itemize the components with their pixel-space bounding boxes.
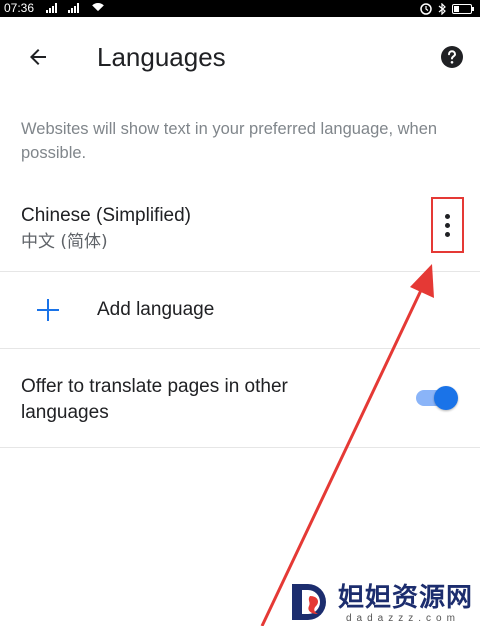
language-name: Chinese (Simplified): [21, 205, 192, 226]
offer-translate-toggle[interactable]: [414, 386, 458, 410]
add-language-button[interactable]: Add language: [0, 272, 480, 348]
wifi-icon: [92, 2, 104, 12]
more-vert-icon: [445, 222, 450, 228]
language-native-name: 中文 (简体): [21, 232, 108, 252]
language-row-chinese-simplified[interactable]: Chinese (Simplified) 中文 (简体): [0, 187, 480, 271]
offer-translate-row[interactable]: Offer to translate pages in other langua…: [0, 349, 480, 447]
bluetooth-icon: [438, 2, 446, 15]
app-bar: Languages: [0, 17, 480, 97]
status-bar: 07:36: [0, 0, 480, 17]
battery-icon: [452, 3, 474, 14]
back-button[interactable]: [20, 39, 56, 75]
toggle-thumb: [434, 386, 458, 410]
languages-description: Websites will show text in your preferre…: [21, 120, 438, 162]
offer-translate-label: Offer to translate pages in other langua…: [21, 376, 288, 423]
status-time: 07:36: [4, 1, 35, 15]
language-more-options-button[interactable]: [431, 197, 464, 253]
add-language-label: Add language: [97, 299, 215, 320]
arrow-back-icon: [30, 49, 46, 65]
divider: [0, 447, 480, 448]
signal-icon: [68, 3, 79, 13]
watermark: 妲妲资源网 dadazzz.com: [288, 580, 480, 626]
help-button[interactable]: [440, 45, 464, 69]
watermark-title: 妲妲资源网: [338, 583, 474, 613]
help-icon: [441, 46, 463, 68]
alarm-icon: [420, 2, 432, 15]
more-vert-icon: [445, 231, 450, 237]
plus-icon: [37, 299, 59, 321]
watermark-logo: [292, 584, 326, 620]
watermark-subtitle: dadazzz.com: [346, 613, 460, 624]
signal-icon: [46, 3, 57, 13]
page-title: Languages: [97, 42, 226, 72]
more-vert-icon: [445, 213, 450, 219]
